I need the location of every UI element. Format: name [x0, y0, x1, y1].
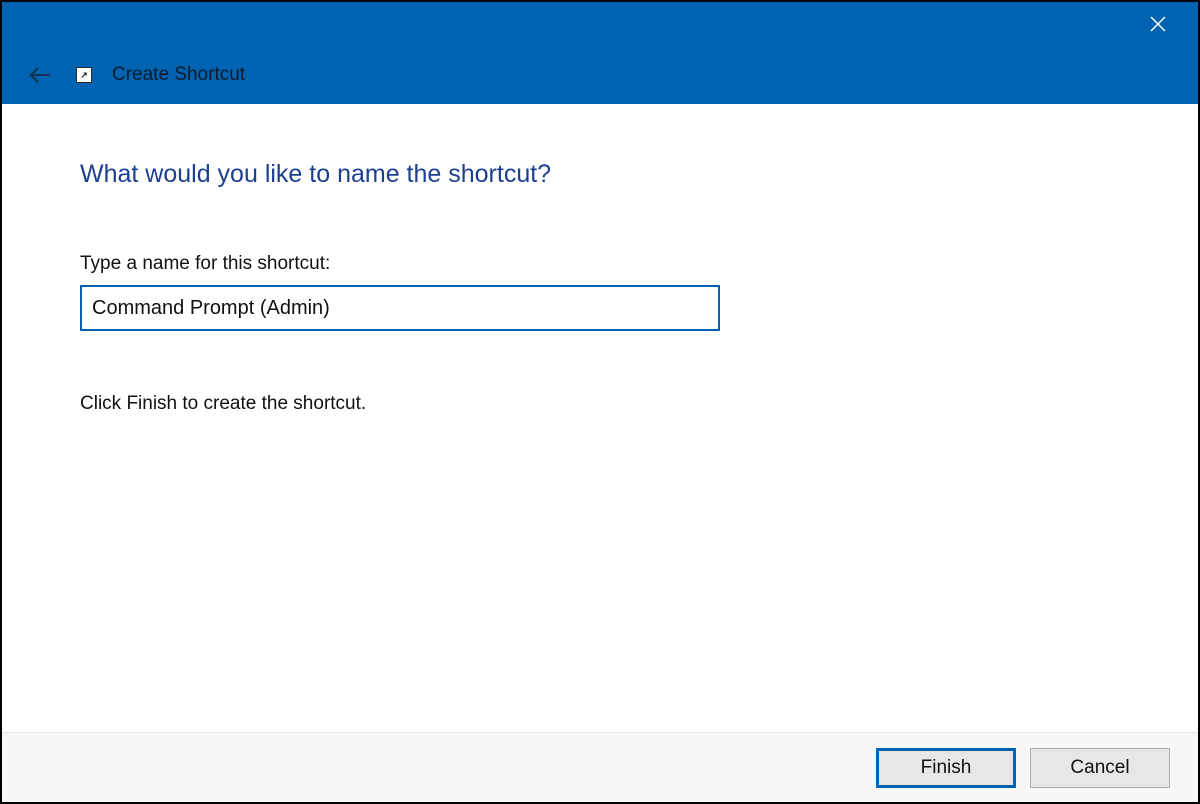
shortcut-name-label: Type a name for this shortcut: — [80, 253, 1128, 275]
finish-instruction: Click Finish to create the shortcut. — [80, 393, 1128, 415]
cancel-button[interactable]: Cancel — [1030, 748, 1170, 788]
wizard-content: What would you like to name the shortcut… — [2, 104, 1198, 732]
create-shortcut-wizard: ↗ Create Shortcut What would you like to… — [0, 0, 1200, 804]
arrow-left-icon — [28, 63, 52, 87]
back-button[interactable] — [24, 59, 56, 91]
wizard-footer: Finish Cancel — [2, 732, 1198, 802]
close-icon — [1149, 15, 1167, 33]
close-button[interactable] — [1136, 2, 1180, 46]
titlebar — [2, 2, 1198, 46]
wizard-title: Create Shortcut — [112, 64, 245, 86]
wizard-header: ↗ Create Shortcut — [2, 46, 1198, 104]
finish-button[interactable]: Finish — [876, 748, 1016, 788]
page-heading: What would you like to name the shortcut… — [80, 160, 1128, 189]
shortcut-arrow-icon: ↗ — [76, 67, 92, 83]
shortcut-name-input[interactable] — [80, 285, 720, 331]
